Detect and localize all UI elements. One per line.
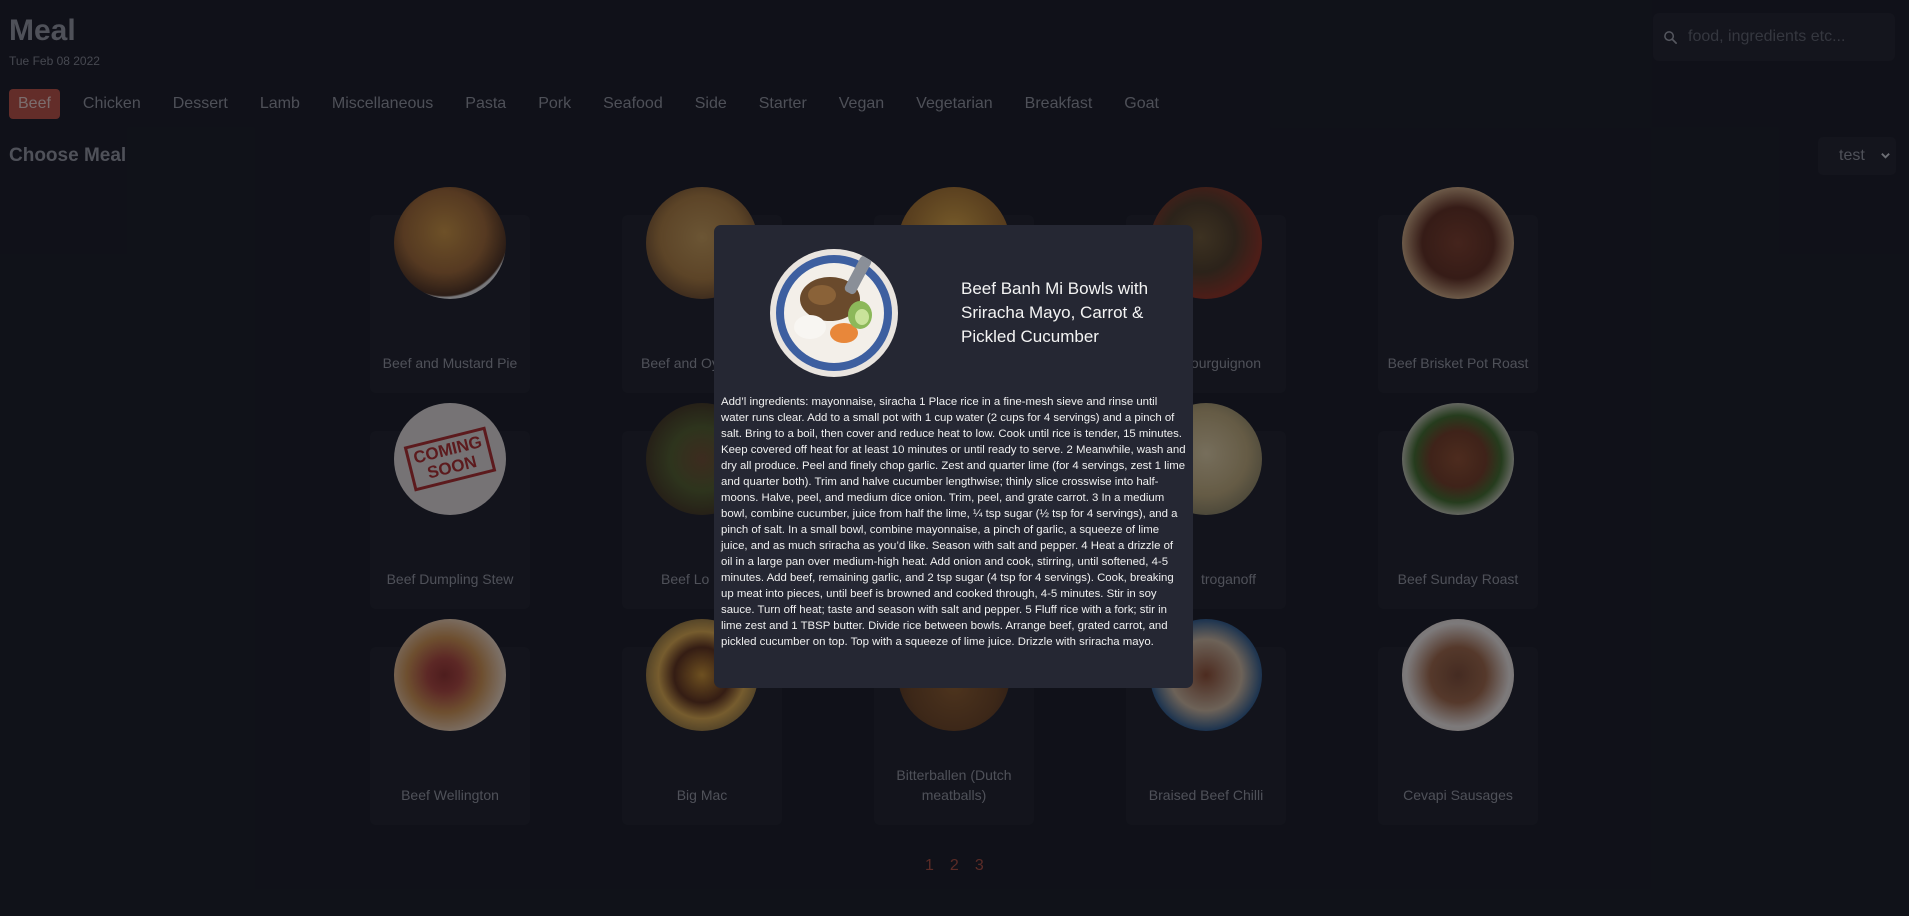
recipe-instructions: Add’l ingredients: mayonnaise, siracha 1… [721,396,1186,648]
recipe-photo [770,249,898,377]
recipe-title: Beef Banh Mi Bowls with Sriracha Mayo, C… [961,279,1149,346]
recipe-image [770,249,898,377]
recipe-modal: Beef Banh Mi Bowls with Sriracha Mayo, C… [714,225,1193,688]
